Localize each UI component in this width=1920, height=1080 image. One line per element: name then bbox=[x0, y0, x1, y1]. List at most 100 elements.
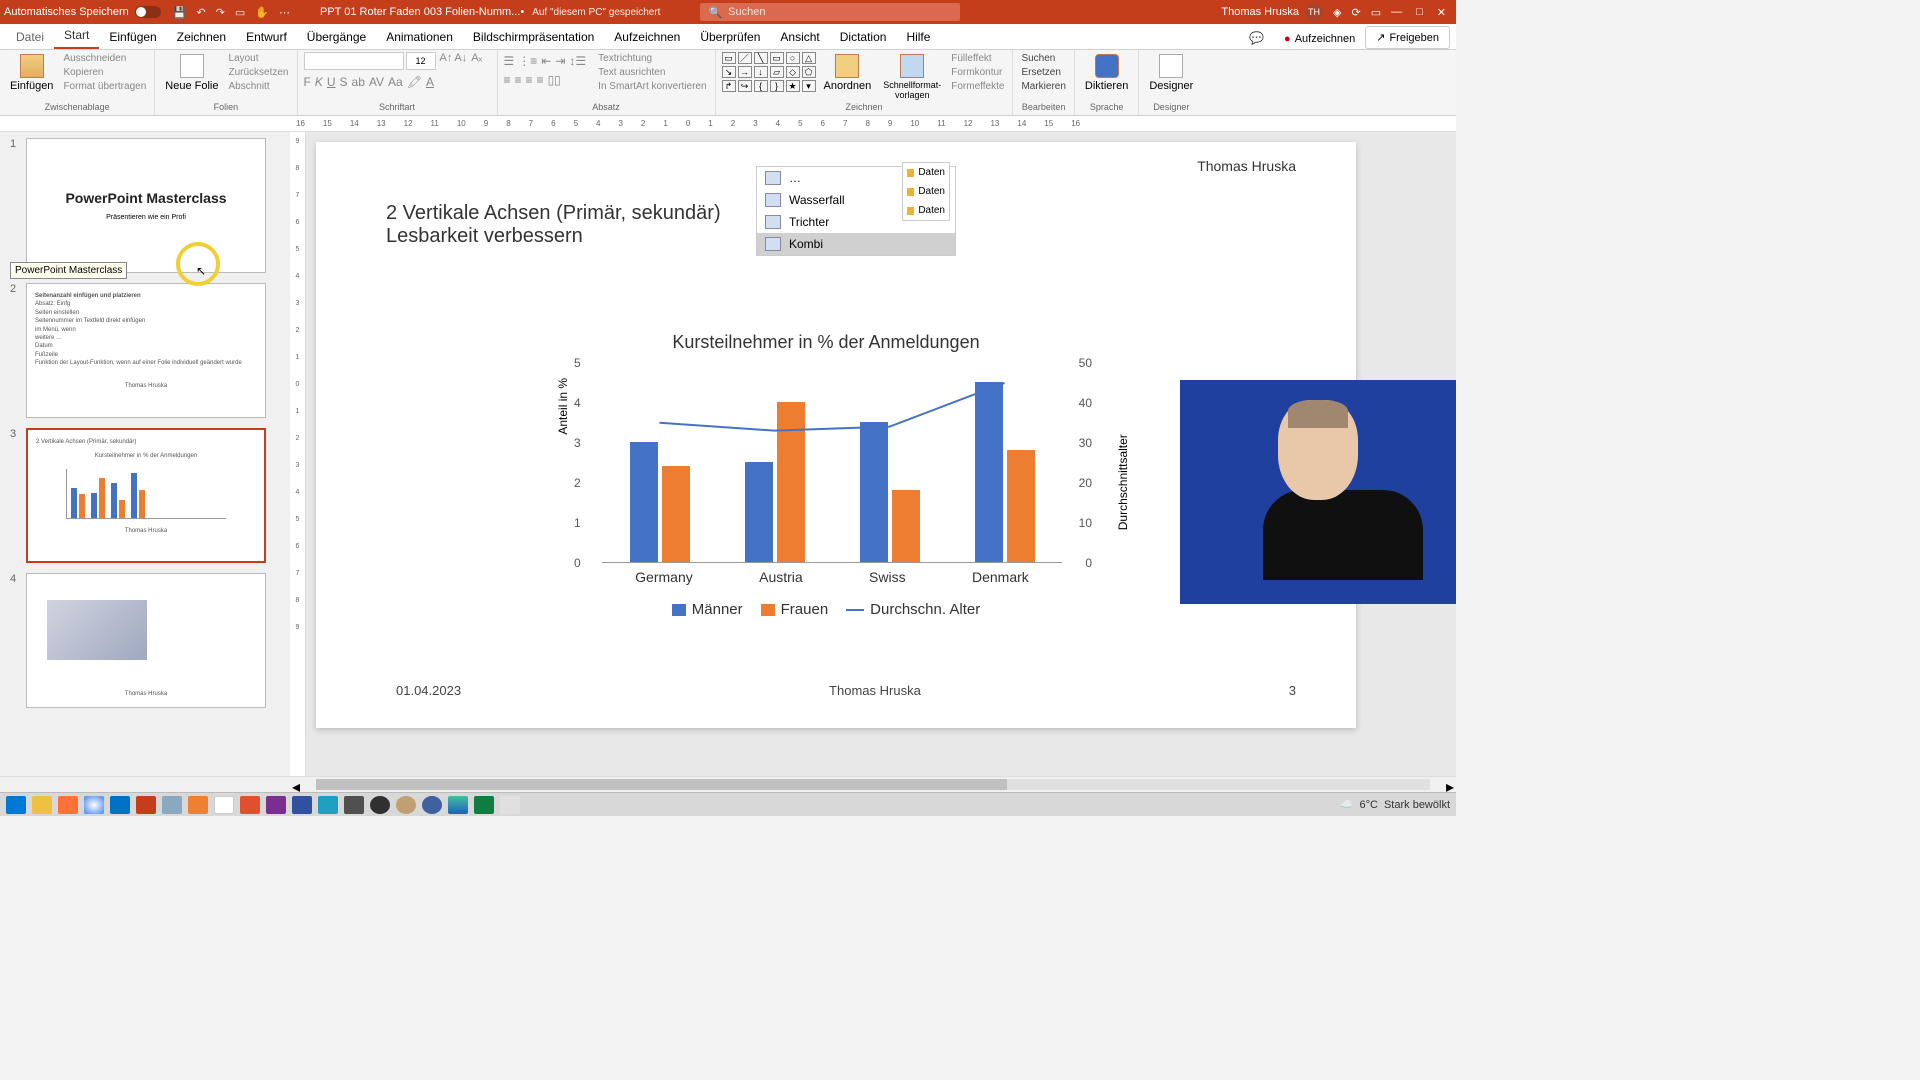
shapes-gallery[interactable]: ▭／╲▭○△ ↘→↓▱◇⬠ ↱↪{}★▾ bbox=[722, 52, 816, 92]
thumbnail-1[interactable]: 1 PowerPoint Masterclass Präsentieren wi… bbox=[10, 138, 280, 273]
find-button[interactable]: Suchen bbox=[1019, 52, 1067, 65]
clear-format-icon[interactable]: Aₓ bbox=[471, 52, 482, 70]
maximize-icon[interactable]: □ bbox=[1416, 6, 1423, 19]
search-box[interactable]: 🔍 bbox=[700, 3, 960, 21]
tab-view[interactable]: Ansicht bbox=[770, 25, 829, 49]
vlc-icon[interactable] bbox=[188, 796, 208, 814]
tab-slideshow[interactable]: Bildschirmpräsentation bbox=[463, 25, 604, 49]
underline-icon[interactable]: U bbox=[327, 75, 336, 89]
share-button[interactable]: ↗ Freigeben bbox=[1365, 26, 1450, 49]
tab-design[interactable]: Entwurf bbox=[236, 25, 297, 49]
dictate-button[interactable]: Diktieren bbox=[1081, 52, 1132, 94]
ribbon-display-icon[interactable]: ▭ bbox=[1371, 6, 1381, 19]
app-icon-5[interactable] bbox=[344, 796, 364, 814]
redo-icon[interactable]: ↷ bbox=[216, 6, 225, 19]
font-family-select[interactable] bbox=[304, 52, 404, 70]
indent-icon[interactable]: ⇥ bbox=[555, 54, 565, 68]
search-input[interactable] bbox=[728, 6, 952, 18]
outlook-icon[interactable] bbox=[110, 796, 130, 814]
align-right-icon[interactable]: ≡ bbox=[526, 73, 533, 87]
app-icon-3[interactable] bbox=[240, 796, 260, 814]
weather-widget[interactable]: ☁️ 6°C Stark bewölkt bbox=[1340, 798, 1450, 811]
onenote-icon[interactable] bbox=[266, 796, 286, 814]
outdent-icon[interactable]: ⇤ bbox=[541, 54, 551, 68]
reset-button[interactable]: Zurücksetzen bbox=[226, 66, 290, 79]
close-icon[interactable]: ✕ bbox=[1437, 6, 1446, 19]
thumbnail-3[interactable]: 3 2 Vertikale Achsen (Primär, sekundär) … bbox=[10, 428, 280, 563]
tab-review[interactable]: Überprüfen bbox=[690, 25, 770, 49]
shadow-icon[interactable]: ab bbox=[352, 75, 365, 89]
font-size-select[interactable]: 12 bbox=[406, 52, 436, 70]
strike-icon[interactable]: S bbox=[340, 75, 348, 89]
app-icon-4[interactable] bbox=[318, 796, 338, 814]
more-icon[interactable]: ⋯ bbox=[279, 6, 290, 19]
cut-button[interactable]: Ausschneiden bbox=[61, 52, 148, 65]
font-color-icon[interactable]: A bbox=[426, 75, 434, 89]
touch-mode-icon[interactable]: ✋ bbox=[255, 6, 269, 19]
tab-home[interactable]: Start bbox=[54, 23, 99, 49]
chart-option-kombi[interactable]: Kombi bbox=[757, 233, 955, 255]
numbering-icon[interactable]: ⋮≡ bbox=[518, 54, 537, 68]
bullets-icon[interactable]: ☰ bbox=[504, 54, 515, 68]
diamond-icon[interactable]: ◈ bbox=[1333, 6, 1341, 19]
tab-draw[interactable]: Zeichnen bbox=[167, 25, 236, 49]
user-account[interactable]: Thomas Hruska TH bbox=[1221, 3, 1323, 21]
app-icon-8[interactable] bbox=[500, 796, 520, 814]
horizontal-scrollbar[interactable]: ◂ ▸ bbox=[0, 776, 1456, 792]
text-direction-button[interactable]: Textrichtung bbox=[596, 52, 708, 65]
case-icon[interactable]: Aa bbox=[388, 75, 403, 89]
app-icon-6[interactable] bbox=[396, 796, 416, 814]
highlight-icon[interactable]: 🖍 bbox=[407, 75, 422, 89]
scroll-thumb[interactable] bbox=[316, 779, 1007, 790]
combo-chart[interactable]: Kursteilnehmer in % der Anmeldungen Ante… bbox=[556, 332, 1096, 662]
app-icon-2[interactable] bbox=[214, 796, 234, 814]
scroll-left-icon[interactable]: ◂ bbox=[290, 777, 302, 792]
autosave-toggle[interactable]: Automatisches Speichern bbox=[4, 6, 161, 18]
chrome-icon[interactable] bbox=[84, 796, 104, 814]
app-icon-7[interactable] bbox=[422, 796, 442, 814]
paste-button[interactable]: Einfügen bbox=[6, 52, 57, 94]
align-left-icon[interactable]: ≡ bbox=[504, 73, 511, 87]
replace-button[interactable]: Ersetzen bbox=[1019, 66, 1067, 79]
grow-font-icon[interactable]: A↑ bbox=[440, 52, 453, 70]
excel-icon[interactable] bbox=[474, 796, 494, 814]
save-status[interactable]: Auf "diesem PC" gespeichert bbox=[532, 7, 660, 18]
shape-fill-button[interactable]: Fülleffekt bbox=[949, 52, 1006, 65]
from-beginning-icon[interactable]: ▭ bbox=[235, 6, 245, 19]
section-button[interactable]: Abschnitt bbox=[226, 80, 290, 93]
shrink-font-icon[interactable]: A↓ bbox=[454, 52, 467, 70]
tab-record[interactable]: Aufzeichnen bbox=[604, 25, 690, 49]
layout-button[interactable]: Layout bbox=[226, 52, 290, 65]
designer-button[interactable]: Designer bbox=[1145, 52, 1197, 94]
align-center-icon[interactable]: ≡ bbox=[515, 73, 522, 87]
comments-icon[interactable]: 💬 bbox=[1239, 27, 1274, 49]
columns-icon[interactable]: ▯▯ bbox=[548, 73, 561, 87]
bold-icon[interactable]: F bbox=[304, 75, 311, 89]
firefox-icon[interactable] bbox=[58, 796, 78, 814]
edge-icon[interactable] bbox=[448, 796, 468, 814]
arrange-button[interactable]: Anordnen bbox=[820, 52, 876, 94]
obs-icon[interactable] bbox=[370, 796, 390, 814]
line-spacing-icon[interactable]: ↕☰ bbox=[569, 54, 586, 68]
select-button[interactable]: Markieren bbox=[1019, 80, 1067, 93]
visio-icon[interactable] bbox=[292, 796, 312, 814]
tab-insert[interactable]: Einfügen bbox=[99, 25, 166, 49]
minimize-icon[interactable]: — bbox=[1391, 6, 1402, 19]
tab-animations[interactable]: Animationen bbox=[376, 25, 463, 49]
thumbnail-4[interactable]: 4 Thomas Hruska bbox=[10, 573, 280, 708]
shape-effects-button[interactable]: Formeffekte bbox=[949, 80, 1006, 93]
undo-icon[interactable]: ↶ bbox=[196, 6, 205, 19]
tab-dictation[interactable]: Dictation bbox=[830, 25, 897, 49]
tab-file[interactable]: Datei bbox=[6, 25, 54, 49]
align-text-button[interactable]: Text ausrichten bbox=[596, 66, 708, 79]
explorer-icon[interactable] bbox=[32, 796, 52, 814]
record-button[interactable]: Aufzeichnen bbox=[1274, 29, 1365, 49]
thumbnail-2[interactable]: 2 Seitenanzahl einfügen und platzieren A… bbox=[10, 283, 280, 418]
shape-outline-button[interactable]: Formkontur bbox=[949, 66, 1006, 79]
sync-icon[interactable]: ⟳ bbox=[1352, 6, 1361, 19]
spacing-icon[interactable]: AV bbox=[369, 75, 384, 89]
smartart-button[interactable]: In SmartArt konvertieren bbox=[596, 80, 708, 93]
justify-icon[interactable]: ≡ bbox=[537, 73, 544, 87]
app-icon-1[interactable] bbox=[162, 796, 182, 814]
save-icon[interactable]: 💾 bbox=[173, 6, 187, 19]
